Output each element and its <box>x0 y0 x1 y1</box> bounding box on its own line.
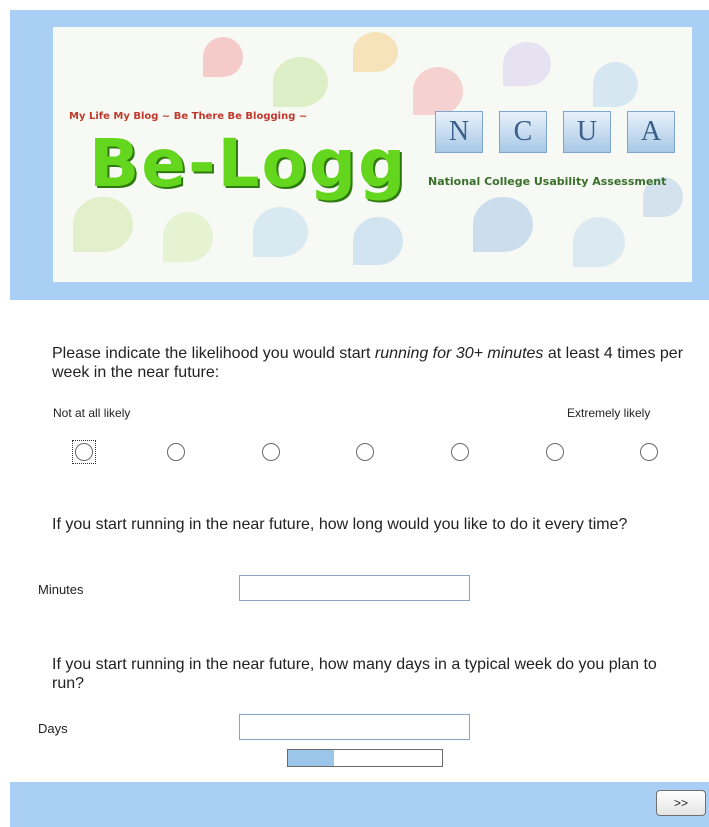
decorative-leaf <box>73 197 133 252</box>
site-logo-title: Be-Logg <box>89 125 408 202</box>
likelihood-radio-6[interactable] <box>546 443 564 461</box>
decorative-leaf <box>503 42 551 86</box>
days-input[interactable] <box>239 714 470 740</box>
question-1-emphasis: running for 30+ minutes <box>374 345 544 362</box>
ncua-letter-n: N <box>435 111 483 153</box>
question-1-text: Please indicate the likelihood you would… <box>52 345 684 381</box>
question-2-text: If you start running in the near future,… <box>52 516 628 533</box>
footer-band <box>10 782 709 827</box>
progress-fill <box>288 750 335 766</box>
ncua-letter-a: A <box>627 111 675 153</box>
decorative-leaf <box>593 62 638 107</box>
decorative-leaf <box>163 212 213 262</box>
days-label: Days <box>38 721 68 736</box>
ncua-letter-c: C <box>499 111 547 153</box>
decorative-leaf <box>353 217 403 265</box>
survey-progress-bar <box>287 749 443 767</box>
decorative-leaf <box>573 217 625 267</box>
scale-low-label: Not at all likely <box>53 406 131 420</box>
minutes-input[interactable] <box>239 575 470 601</box>
banner-tagline: My Life My Blog ~ Be There Be Blogging ~ <box>69 111 308 122</box>
decorative-leaf <box>253 207 308 257</box>
likelihood-radio-5[interactable] <box>451 443 469 461</box>
decorative-leaf <box>473 197 533 252</box>
decorative-leaf <box>273 57 328 107</box>
minutes-label: Minutes <box>38 582 84 597</box>
banner-image: My Life My Blog ~ Be There Be Blogging ~… <box>53 27 692 282</box>
likelihood-radio-4[interactable] <box>356 443 374 461</box>
decorative-leaf <box>203 37 243 77</box>
scale-high-label: Extremely likely <box>567 406 651 420</box>
next-button[interactable]: >> <box>656 790 706 816</box>
likelihood-radio-1[interactable] <box>72 440 96 464</box>
likelihood-radio-2[interactable] <box>167 443 185 461</box>
decorative-leaf <box>353 32 398 72</box>
ncua-letter-u: U <box>563 111 611 153</box>
question-3-text: If you start running in the near future,… <box>52 656 657 692</box>
ncua-subtitle: National College Usability Assessment <box>428 175 667 188</box>
decorative-leaf <box>413 67 463 115</box>
likelihood-radio-7[interactable] <box>640 443 658 461</box>
likelihood-radio-3[interactable] <box>262 443 280 461</box>
